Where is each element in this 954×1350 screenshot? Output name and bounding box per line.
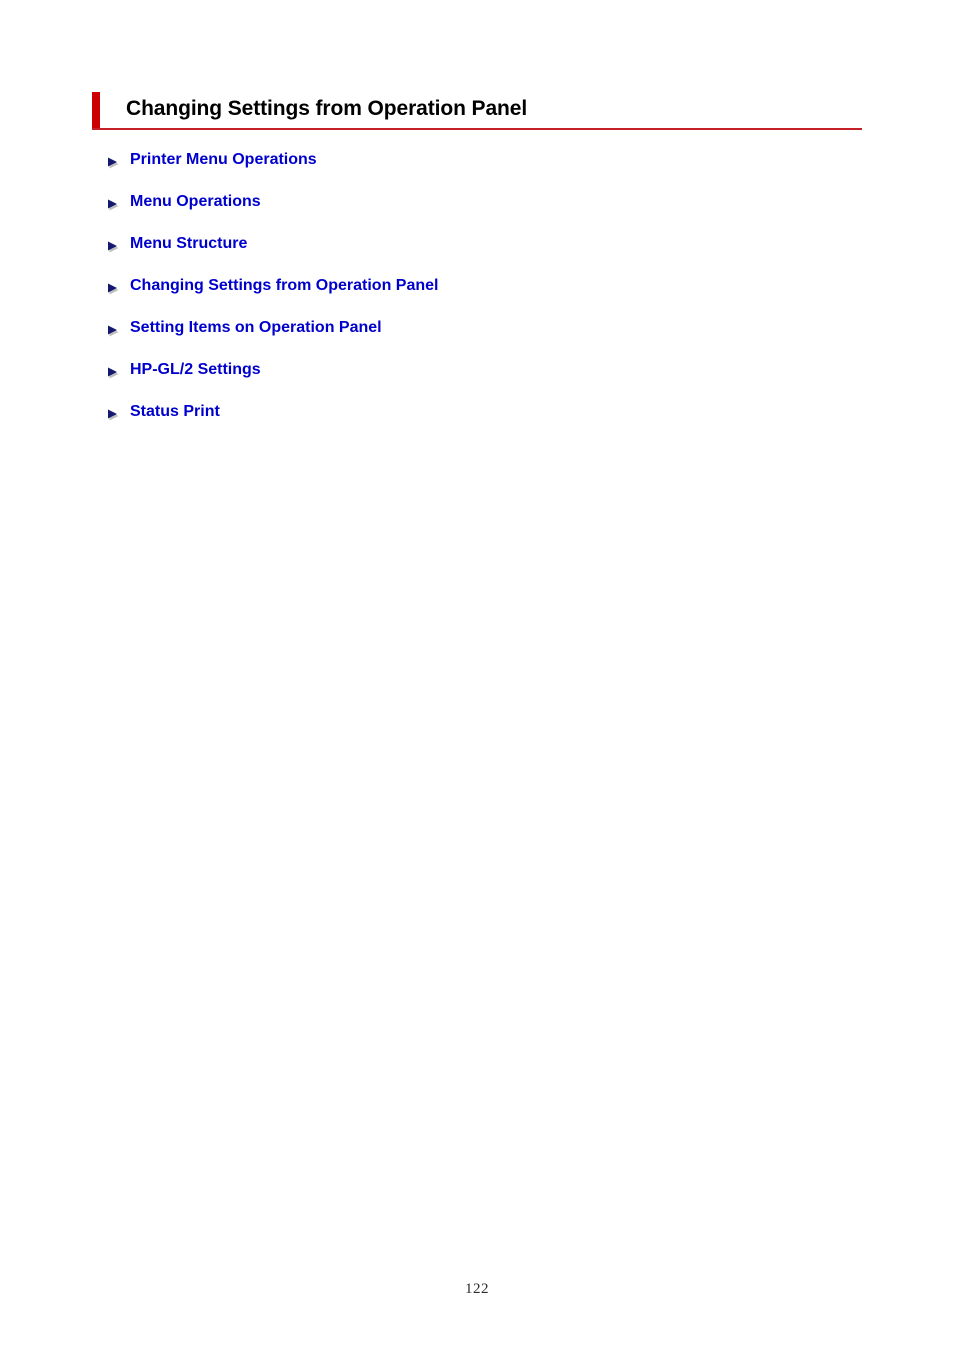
page-number: 122	[465, 1281, 489, 1297]
list-item-label[interactable]: Setting Items on Operation Panel	[126, 318, 382, 338]
list-item[interactable]: Printer Menu Operations	[104, 150, 884, 192]
right-triangle-arrow-icon	[104, 362, 126, 384]
list-item-label[interactable]: HP-GL/2 Settings	[126, 360, 261, 380]
page-header: Changing Settings from Operation Panel	[92, 92, 862, 130]
title-row: Changing Settings from Operation Panel	[92, 92, 862, 128]
table-of-contents-list: Printer Menu Operations Menu Operations …	[104, 150, 884, 444]
right-triangle-arrow-icon	[104, 320, 126, 342]
list-item[interactable]: Changing Settings from Operation Panel	[104, 276, 884, 318]
document-page: Changing Settings from Operation Panel P…	[0, 0, 954, 1350]
right-triangle-arrow-icon	[104, 152, 126, 174]
list-item[interactable]: Menu Structure	[104, 234, 884, 276]
list-item-label[interactable]: Menu Structure	[126, 234, 247, 254]
right-triangle-arrow-icon	[104, 194, 126, 216]
list-item-label[interactable]: Changing Settings from Operation Panel	[126, 276, 438, 296]
list-item[interactable]: Status Print	[104, 402, 884, 444]
right-triangle-arrow-icon	[104, 404, 126, 426]
list-item-label[interactable]: Status Print	[126, 402, 220, 422]
list-item[interactable]: Menu Operations	[104, 192, 884, 234]
list-item[interactable]: Setting Items on Operation Panel	[104, 318, 884, 360]
title-accent-bar	[92, 92, 100, 128]
right-triangle-arrow-icon	[104, 236, 126, 258]
list-item-label[interactable]: Printer Menu Operations	[126, 150, 317, 170]
list-item-label[interactable]: Menu Operations	[126, 192, 261, 212]
title-divider-rule	[92, 128, 862, 130]
list-item[interactable]: HP-GL/2 Settings	[104, 360, 884, 402]
page-title: Changing Settings from Operation Panel	[126, 97, 528, 120]
right-triangle-arrow-icon	[104, 278, 126, 300]
